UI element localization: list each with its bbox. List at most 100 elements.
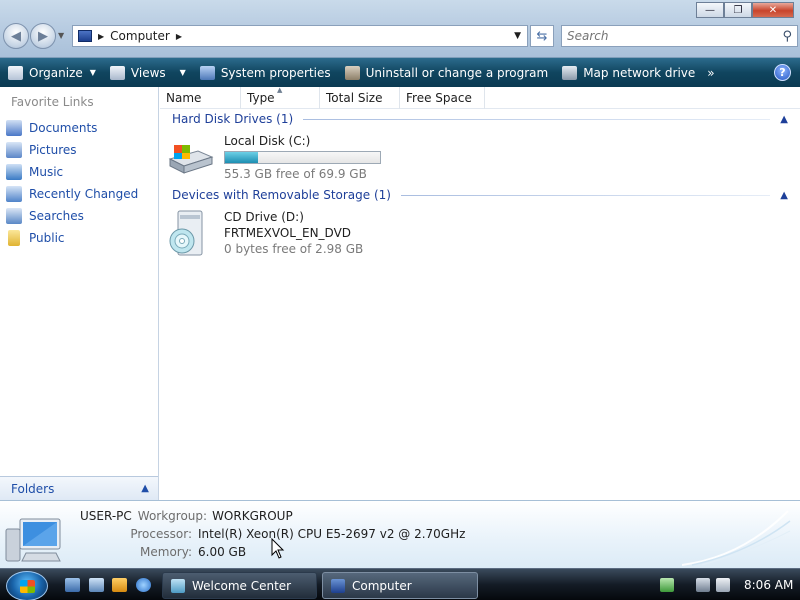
uninstall-button[interactable]: Uninstall or change a program	[344, 65, 549, 80]
start-button[interactable]	[6, 571, 48, 600]
views-button[interactable]: Views ▼	[109, 65, 186, 80]
memory-label: Memory:	[140, 545, 192, 559]
organize-label: Organize	[29, 65, 83, 80]
folders-label: Folders	[11, 481, 55, 496]
nav-item-label: Documents	[29, 121, 98, 135]
group-title: Devices with Removable Storage (1)	[172, 188, 391, 202]
title-bar: — ❐ ✕ ◀ ▶ ▼ ▶ Computer ▶ ▼ ⇆ ⚲	[0, 0, 800, 58]
windows-logo-icon	[20, 580, 35, 593]
file-list: Hard Disk Drives (1) ▲ Local Disk (C:) 5…	[160, 109, 800, 500]
column-header-total-size[interactable]: Total Size	[320, 87, 400, 109]
search-box[interactable]: ⚲	[561, 25, 798, 47]
address-dropdown-icon[interactable]: ▼	[514, 31, 521, 41]
clock[interactable]: 8:06 AM	[744, 578, 793, 592]
pictures-icon	[6, 142, 22, 158]
memory-value: 6.00 GB	[198, 545, 247, 559]
hard-drive-icon	[168, 133, 214, 179]
memory-row: Memory: 6.00 GB	[74, 545, 246, 559]
network-icon[interactable]	[696, 578, 710, 592]
group-title: Hard Disk Drives (1)	[172, 112, 294, 126]
nav-item-documents[interactable]: Documents	[6, 120, 97, 136]
organize-button[interactable]: Organize ▼	[8, 65, 96, 80]
computer-icon	[78, 30, 92, 42]
windows-security-icon[interactable]	[660, 578, 674, 592]
views-icon	[109, 65, 125, 80]
task-label: Welcome Center	[192, 578, 292, 593]
command-bar: Organize ▼ Views ▼ System properties Uni…	[0, 58, 800, 87]
chevron-down-icon: ▼	[179, 68, 186, 77]
nav-item-pictures[interactable]: Pictures	[6, 142, 77, 158]
recent-pages-dropdown[interactable]: ▼	[58, 31, 64, 40]
collapse-chevron-icon[interactable]: ▲	[780, 114, 788, 125]
map-network-drive-label: Map network drive	[583, 65, 696, 80]
column-header-label: Free Space	[406, 91, 472, 105]
nav-item-searches[interactable]: Searches	[6, 208, 84, 224]
drive-item-local-disk[interactable]: Local Disk (C:) 55.3 GB free of 69.9 GB	[168, 133, 381, 181]
breadcrumb-chevron-icon[interactable]: ▶	[98, 32, 104, 41]
nav-item-recently-changed[interactable]: Recently Changed	[6, 186, 138, 202]
group-header-removable-storage[interactable]: Devices with Removable Storage (1) ▲	[172, 188, 788, 202]
address-bar[interactable]: ▶ Computer ▶ ▼	[72, 25, 528, 47]
breadcrumb-chevron-icon[interactable]: ▶	[176, 32, 182, 41]
processor-label: Processor:	[130, 527, 192, 541]
switch-windows-icon[interactable]	[89, 578, 104, 592]
column-header-name[interactable]: Name	[160, 87, 241, 109]
column-header-label: Type	[247, 91, 275, 105]
internet-explorer-icon[interactable]	[136, 578, 151, 592]
nav-item-music[interactable]: Music	[6, 164, 63, 180]
drive-free-space: 55.3 GB free of 69.9 GB	[224, 167, 367, 181]
navigation-pane: Favorite Links Documents Pictures Music …	[0, 87, 159, 500]
organize-icon	[8, 65, 23, 80]
refresh-button[interactable]: ⇆	[530, 25, 554, 47]
column-header-label: Total Size	[326, 91, 383, 105]
folders-toggle[interactable]: Folders ▲	[0, 476, 158, 500]
processor-value: Intel(R) Xeon(R) CPU E5-2697 v2 @ 2.70GH…	[198, 527, 466, 541]
decorative-swoosh	[682, 510, 791, 566]
drive-free-space: 0 bytes free of 2.98 GB	[224, 242, 364, 256]
task-computer[interactable]: Computer	[322, 572, 478, 599]
drive-item-cd-drive[interactable]: CD Drive (D:) FRTMEXVOL_EN_DVD 0 bytes f…	[168, 209, 363, 256]
column-header-type[interactable]: ▲ Type	[241, 86, 320, 109]
group-divider	[400, 194, 771, 196]
computer-name-row: USER-PC Workgroup: WORKGROUP	[80, 509, 293, 523]
uninstall-label: Uninstall or change a program	[365, 65, 549, 80]
drive-usage-bar	[224, 151, 381, 164]
more-commands-button[interactable]: »	[707, 66, 714, 80]
nav-item-label: Public	[29, 231, 65, 245]
breadcrumb-computer[interactable]: Computer	[110, 29, 170, 43]
group-divider	[303, 118, 771, 120]
maximize-button[interactable]: ❐	[724, 2, 752, 18]
searches-icon	[6, 208, 22, 224]
task-welcome-center[interactable]: Welcome Center	[162, 572, 317, 599]
show-desktop-icon[interactable]	[65, 578, 80, 592]
collapse-chevron-icon[interactable]: ▲	[780, 190, 788, 201]
close-button[interactable]: ✕	[752, 2, 794, 18]
cd-drive-icon	[168, 209, 214, 256]
help-button[interactable]: ?	[774, 64, 791, 81]
help-icon: ?	[779, 66, 786, 79]
refresh-icon: ⇆	[536, 28, 548, 44]
media-player-icon[interactable]	[112, 578, 127, 592]
group-header-hard-disk-drives[interactable]: Hard Disk Drives (1) ▲	[172, 112, 788, 126]
column-headers: Name ▲ Type Total Size Free Space	[160, 86, 800, 109]
system-properties-button[interactable]: System properties	[199, 65, 331, 80]
column-header-free-space[interactable]: Free Space	[400, 87, 485, 109]
computer-icon	[4, 515, 66, 565]
forward-button[interactable]: ▶	[30, 23, 56, 49]
chevron-down-icon: ▼	[89, 68, 96, 77]
volume-muted-icon[interactable]	[716, 578, 730, 592]
search-input[interactable]	[567, 29, 767, 43]
network-drive-icon	[562, 65, 578, 80]
map-network-drive-button[interactable]: Map network drive	[562, 65, 696, 80]
drive-volume-label: FRTMEXVOL_EN_DVD	[224, 226, 352, 240]
search-icon[interactable]: ⚲	[782, 29, 792, 44]
chevron-up-icon: ▲	[141, 483, 149, 494]
views-label: Views	[130, 65, 166, 80]
details-pane: USER-PC Workgroup: WORKGROUP Processor: …	[0, 500, 800, 568]
nav-item-public[interactable]: Public	[6, 230, 65, 246]
welcome-center-icon	[171, 578, 185, 593]
back-button[interactable]: ◀	[3, 23, 29, 49]
documents-icon	[6, 120, 22, 136]
minimize-button[interactable]: —	[696, 2, 724, 18]
public-folder-icon	[8, 230, 20, 246]
